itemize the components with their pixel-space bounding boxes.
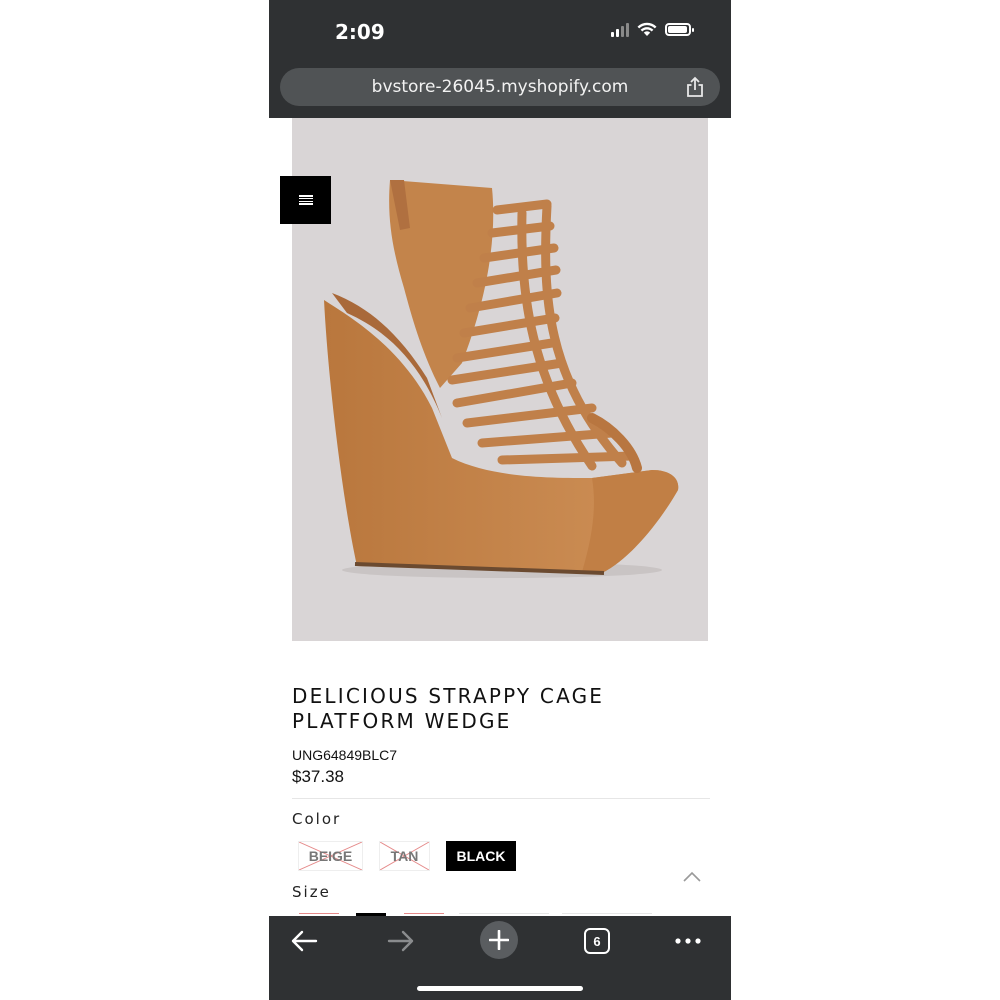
back-button[interactable] xyxy=(289,926,319,956)
divider xyxy=(292,798,710,799)
home-indicator[interactable] xyxy=(417,986,583,991)
color-option-tan[interactable]: TAN xyxy=(379,841,430,871)
color-option-beige[interactable]: BEIGE xyxy=(298,841,363,871)
color-option-label: BEIGE xyxy=(308,848,353,864)
plus-icon xyxy=(489,930,509,950)
product-price: $37.38 xyxy=(292,767,344,786)
cellular-signal-icon xyxy=(611,22,629,37)
wifi-icon xyxy=(637,22,657,36)
status-time: 2:09 xyxy=(335,20,385,44)
color-option-label: BLACK xyxy=(456,848,506,864)
forward-button[interactable] xyxy=(386,926,416,956)
forward-arrow-icon xyxy=(387,930,414,952)
color-option-black[interactable]: BLACK xyxy=(446,841,516,871)
browser-bottom-toolbar: 6 xyxy=(269,916,731,1000)
more-button[interactable] xyxy=(673,926,703,956)
shoe-illustration xyxy=(324,180,679,578)
more-icon xyxy=(675,938,701,944)
size-label: Size xyxy=(292,883,331,901)
chevron-up-icon[interactable] xyxy=(682,870,702,884)
back-arrow-icon xyxy=(291,930,318,952)
color-option-label: TAN xyxy=(390,848,419,864)
browser-top-bar: 2:09 bvstore-26045.myshopify.com xyxy=(269,0,731,118)
url-text: bvstore-26045.myshopify.com xyxy=(371,77,629,97)
product-sku: UNG64849BLC7 xyxy=(292,747,398,763)
new-tab-button[interactable] xyxy=(480,921,518,959)
phone-screen: 2:09 bvstore-26045.myshopify.com DELICIO… xyxy=(269,0,731,1000)
hamburger-icon xyxy=(298,195,313,205)
product-title: DELICIOUS STRAPPY CAGE PLATFORM WEDGE xyxy=(292,684,605,733)
address-bar[interactable]: bvstore-26045.myshopify.com xyxy=(280,68,720,106)
tabs-button[interactable]: 6 xyxy=(584,928,610,954)
menu-button[interactable] xyxy=(280,176,331,224)
color-label: Color xyxy=(292,810,342,828)
product-image[interactable] xyxy=(292,118,708,641)
status-icons xyxy=(611,22,694,37)
share-icon[interactable] xyxy=(684,76,706,98)
battery-icon xyxy=(665,23,694,36)
